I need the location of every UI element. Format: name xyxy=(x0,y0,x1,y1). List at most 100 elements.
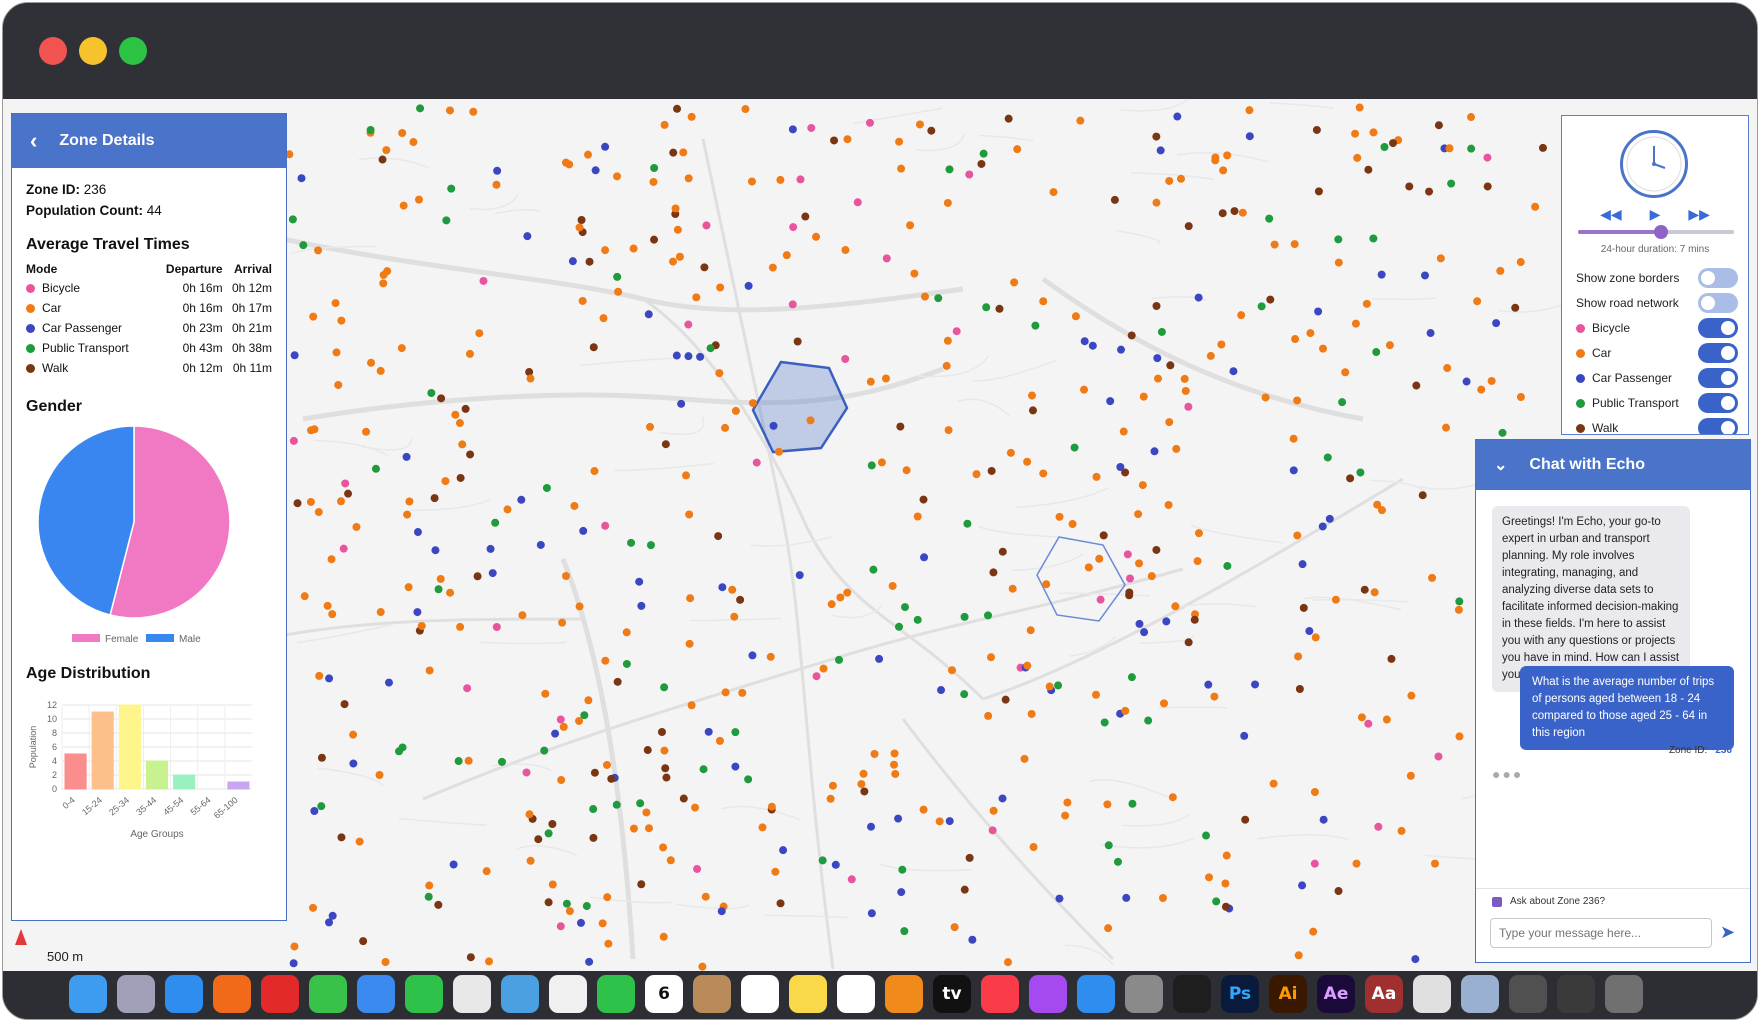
trip-dot[interactable] xyxy=(503,505,512,514)
trip-dot[interactable] xyxy=(397,344,406,353)
dock-messages-icon[interactable] xyxy=(309,975,347,1013)
trip-dot[interactable] xyxy=(315,671,324,680)
trip-dot[interactable] xyxy=(826,794,835,803)
trip-dot[interactable] xyxy=(748,651,757,660)
dock-slack-icon[interactable] xyxy=(453,975,491,1013)
trip-dot[interactable] xyxy=(1084,563,1093,572)
trip-dot[interactable] xyxy=(1305,627,1314,636)
trip-dot[interactable] xyxy=(1055,512,1064,521)
trip-dot[interactable] xyxy=(1377,270,1386,279)
trip-dot[interactable] xyxy=(1351,129,1360,138)
trip-dot[interactable] xyxy=(677,399,686,408)
trip-dot[interactable] xyxy=(1092,690,1101,699)
trip-dot[interactable] xyxy=(458,440,467,449)
trip-dot[interactable] xyxy=(758,823,767,832)
trip-dot[interactable] xyxy=(1325,514,1334,523)
trip-dot[interactable] xyxy=(984,611,993,620)
dock-notes-icon[interactable] xyxy=(789,975,827,1013)
trip-dot[interactable] xyxy=(1364,165,1373,174)
trip-dot[interactable] xyxy=(1269,779,1278,788)
trip-dot[interactable] xyxy=(349,730,358,739)
trip-dot[interactable] xyxy=(1430,859,1439,868)
trip-dot[interactable] xyxy=(643,746,652,755)
dock-apple-tv-icon[interactable]: tv xyxy=(933,975,971,1013)
trip-dot[interactable] xyxy=(299,241,308,250)
ask-zone-checkbox[interactable] xyxy=(1492,896,1502,907)
trip-dot[interactable] xyxy=(486,544,495,553)
trip-dot[interactable] xyxy=(960,612,969,621)
trip-dot[interactable] xyxy=(1135,619,1144,628)
trip-dot[interactable] xyxy=(331,299,340,308)
trip-dot[interactable] xyxy=(466,450,475,459)
trip-dot[interactable] xyxy=(568,257,577,266)
trip-dot[interactable] xyxy=(1352,859,1361,868)
trip-dot[interactable] xyxy=(525,810,534,819)
trip-dot[interactable] xyxy=(522,768,531,777)
trip-dot[interactable] xyxy=(890,760,899,769)
trip-dot[interactable] xyxy=(425,666,434,675)
toggle-row-car[interactable]: Car xyxy=(1576,341,1738,365)
trip-dot[interactable] xyxy=(613,272,622,281)
trip-dot[interactable] xyxy=(995,304,1004,313)
trip-dot[interactable] xyxy=(776,899,785,908)
trip-dot[interactable] xyxy=(1223,561,1232,570)
trip-dot[interactable] xyxy=(830,136,839,145)
trip-dot[interactable] xyxy=(582,902,591,911)
trip-dot[interactable] xyxy=(1070,443,1079,452)
trip-dot[interactable] xyxy=(1202,831,1211,840)
trip-dot[interactable] xyxy=(827,600,836,609)
trip-dot[interactable] xyxy=(579,526,588,535)
trip-dot[interactable] xyxy=(684,174,693,183)
trip-dot[interactable] xyxy=(1266,295,1275,304)
toggle-row-show-zone-borders[interactable]: Show zone borders xyxy=(1576,266,1738,290)
dock-photos-icon[interactable] xyxy=(549,975,587,1013)
trip-dot[interactable] xyxy=(704,727,713,736)
trip-dot[interactable] xyxy=(601,656,610,665)
trip-dot[interactable] xyxy=(1165,418,1174,427)
trip-dot[interactable] xyxy=(979,149,988,158)
trip-dot[interactable] xyxy=(1176,174,1185,183)
play-icon[interactable]: ▶ xyxy=(1650,206,1661,223)
trip-dot[interactable] xyxy=(877,458,886,467)
trip-dot[interactable] xyxy=(671,204,680,213)
trip-dot[interactable] xyxy=(702,221,711,230)
trip-dot[interactable] xyxy=(963,519,972,528)
trip-dot[interactable] xyxy=(1411,955,1420,964)
trip-dot[interactable] xyxy=(1346,474,1355,483)
trip-dot[interactable] xyxy=(744,281,753,290)
trip-dot[interactable] xyxy=(1498,428,1507,437)
trip-dot[interactable] xyxy=(637,880,646,889)
trip-dot[interactable] xyxy=(835,655,844,664)
trip-dot[interactable] xyxy=(384,678,393,687)
trip-dot[interactable] xyxy=(1171,602,1180,611)
trip-dot[interactable] xyxy=(1230,207,1239,216)
trip-dot[interactable] xyxy=(731,728,740,737)
trip-dot[interactable] xyxy=(782,251,791,260)
trip-dot[interactable] xyxy=(927,126,936,135)
trip-dot[interactable] xyxy=(1116,463,1125,472)
trip-dot[interactable] xyxy=(565,160,574,169)
close-window-button[interactable] xyxy=(39,37,67,65)
trip-dot[interactable] xyxy=(1487,376,1496,385)
trip-dot[interactable] xyxy=(644,824,653,833)
trip-dot[interactable] xyxy=(1385,341,1394,350)
trip-dot[interactable] xyxy=(910,269,919,278)
trip-dot[interactable] xyxy=(1483,153,1492,162)
trip-dot[interactable] xyxy=(1511,303,1520,312)
trip-dot[interactable] xyxy=(337,497,346,506)
trip-dot[interactable] xyxy=(673,104,682,113)
zone-outline[interactable] xyxy=(1036,536,1126,622)
trip-dot[interactable] xyxy=(434,900,443,909)
trip-dot[interactable] xyxy=(482,867,491,876)
trip-dot[interactable] xyxy=(988,826,997,835)
trip-dot[interactable] xyxy=(1153,354,1162,363)
trip-dot[interactable] xyxy=(696,352,705,361)
trip-dot[interactable] xyxy=(371,464,380,473)
trip-dot[interactable] xyxy=(1334,258,1343,267)
trip-dot[interactable] xyxy=(562,899,571,908)
trip-dot[interactable] xyxy=(860,787,869,796)
trip-dot[interactable] xyxy=(598,919,607,928)
trip-dot[interactable] xyxy=(492,622,501,631)
trip-dot[interactable] xyxy=(1054,681,1063,690)
trip-dot[interactable] xyxy=(915,120,924,129)
